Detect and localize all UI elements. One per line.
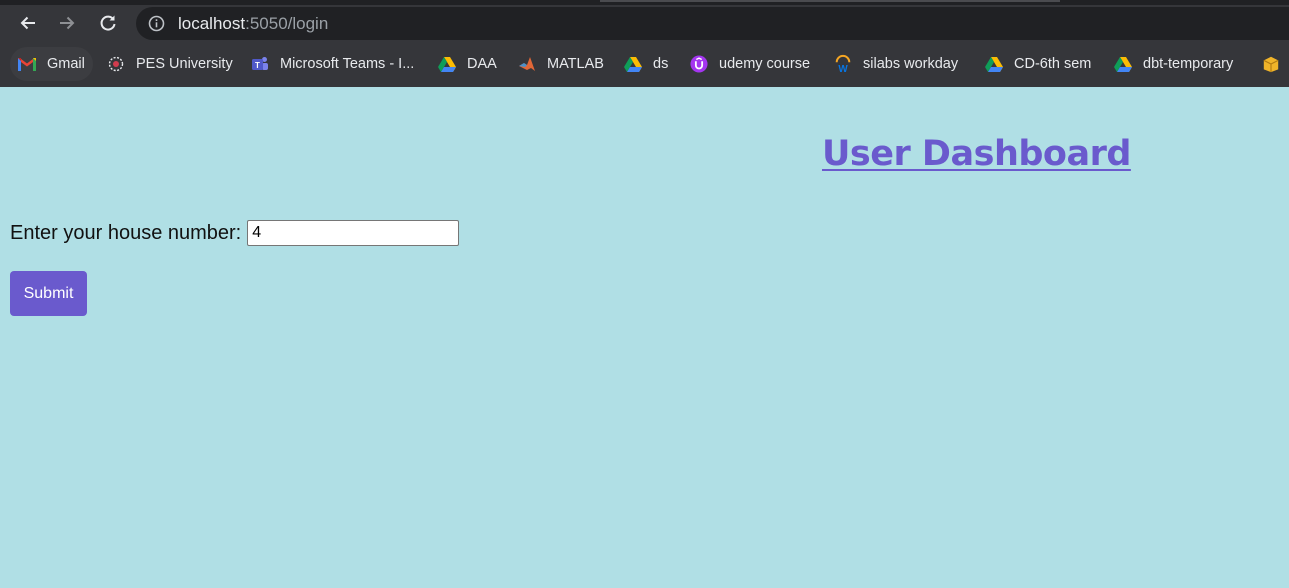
svg-text:W: W	[838, 64, 848, 74]
reload-icon	[100, 15, 116, 31]
bookmark-label: Microsoft Teams - I...	[280, 56, 415, 72]
matlab-icon	[518, 55, 536, 73]
gmail-icon	[18, 55, 36, 73]
drive-icon	[985, 55, 1003, 73]
drive-icon	[624, 55, 642, 73]
arrow-right-icon	[60, 16, 75, 30]
url-host: localhost	[178, 14, 246, 33]
reload-button[interactable]	[93, 8, 123, 38]
bookmark-label: CD-6th sem	[1014, 56, 1092, 72]
bookmark-folder[interactable]	[1262, 47, 1289, 81]
workday-icon: W	[834, 54, 852, 74]
url-text: localhost:5050/login	[178, 14, 328, 33]
udemy-icon	[690, 55, 708, 73]
bookmark-silabs-workday[interactable]: W silabs workday	[834, 47, 958, 81]
info-icon[interactable]	[148, 15, 165, 32]
bookmark-ds[interactable]: ds	[624, 47, 668, 81]
back-button[interactable]	[13, 8, 43, 38]
house-number-label: Enter your house number:	[10, 222, 242, 244]
arrow-left-icon	[20, 16, 35, 30]
page-title[interactable]: User Dashboard	[822, 133, 1131, 175]
bookmark-label: Gmail	[47, 56, 85, 72]
bookmark-pes-university[interactable]: PES University	[107, 47, 233, 81]
bookmark-label: MATLAB	[547, 56, 604, 72]
bookmark-udemy-course[interactable]: udemy course	[690, 47, 810, 81]
bookmark-label: silabs workday	[863, 56, 959, 72]
bookmark-microsoft-teams[interactable]: T Microsoft Teams - I...	[251, 47, 414, 81]
folder-icon	[1262, 55, 1280, 73]
forward-button[interactable]	[52, 8, 82, 38]
browser-chrome: localhost:5050/login Gmail PES Universit…	[0, 0, 1289, 87]
bookmark-dbt-temporary[interactable]: dbt-temporary	[1114, 47, 1233, 81]
bookmark-label: PES University	[136, 56, 233, 72]
bookmark-label: ds	[653, 56, 669, 72]
bookmarks-bar: Gmail PES University T Microsoft Teams -…	[0, 45, 1289, 83]
bookmark-cd-6th-sem[interactable]: CD-6th sem	[985, 47, 1091, 81]
bookmark-label: dbt-temporary	[1143, 56, 1234, 72]
bookmark-label: udemy course	[719, 56, 811, 72]
house-number-form: Enter your house number:	[10, 220, 460, 246]
svg-text:T: T	[255, 61, 260, 70]
address-bar[interactable]: localhost:5050/login	[136, 7, 1289, 40]
bookmark-matlab[interactable]: MATLAB	[518, 47, 604, 81]
pes-icon	[107, 55, 125, 73]
drive-icon	[438, 55, 456, 73]
bookmark-daa[interactable]: DAA	[438, 47, 497, 81]
drive-icon	[1114, 55, 1132, 73]
teams-icon: T	[251, 55, 269, 73]
bookmark-gmail[interactable]: Gmail	[10, 47, 93, 81]
url-path: :5050/login	[245, 14, 329, 33]
submit-button[interactable]: Submit	[10, 271, 87, 316]
house-number-input[interactable]	[247, 220, 460, 246]
bookmark-label: DAA	[467, 56, 497, 72]
tab-strip	[0, 0, 1289, 5]
